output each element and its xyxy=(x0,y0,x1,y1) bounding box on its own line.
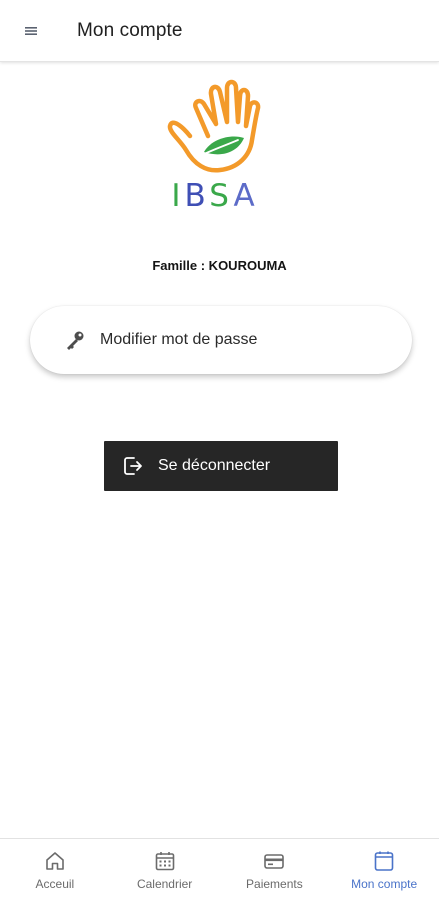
nav-label-payments: Paiements xyxy=(246,877,303,891)
hand-leaf-logo-icon xyxy=(167,79,261,173)
nav-item-payments[interactable]: Paiements xyxy=(220,839,330,900)
nav-label-account: Mon compte xyxy=(351,877,418,891)
calendar-icon xyxy=(155,852,174,871)
home-icon xyxy=(46,852,64,870)
logout-label: Se déconnecter xyxy=(158,457,271,474)
nav-label-calendar: Calendrier xyxy=(136,877,193,891)
logout-button[interactable]: Se déconnecter xyxy=(104,441,338,491)
nav-label-home: Acceuil xyxy=(35,877,75,891)
change-password-button[interactable]: Modifier mot de passe xyxy=(30,306,412,374)
key-icon xyxy=(64,329,86,351)
logout-icon xyxy=(121,454,145,478)
menu-button[interactable] xyxy=(14,14,48,48)
account-icon xyxy=(374,851,394,871)
menu-icon xyxy=(25,26,37,35)
ibsa-logo: IBSA xyxy=(160,78,270,218)
page-title: Mon compte xyxy=(77,19,183,41)
card-icon xyxy=(264,854,285,869)
family-name: Famille : KOUROUMA xyxy=(152,258,287,273)
nav-item-account[interactable]: Mon compte xyxy=(329,839,439,900)
bottom-navigation: Acceuil Calendrier Paiements Mon compte xyxy=(0,838,439,900)
nav-item-home[interactable]: Acceuil xyxy=(0,839,110,900)
logo-wordmark: IBSA xyxy=(171,178,259,214)
nav-item-calendar[interactable]: Calendrier xyxy=(110,839,220,900)
app-bar: Mon compte xyxy=(0,0,439,62)
change-password-label: Modifier mot de passe xyxy=(100,331,258,348)
